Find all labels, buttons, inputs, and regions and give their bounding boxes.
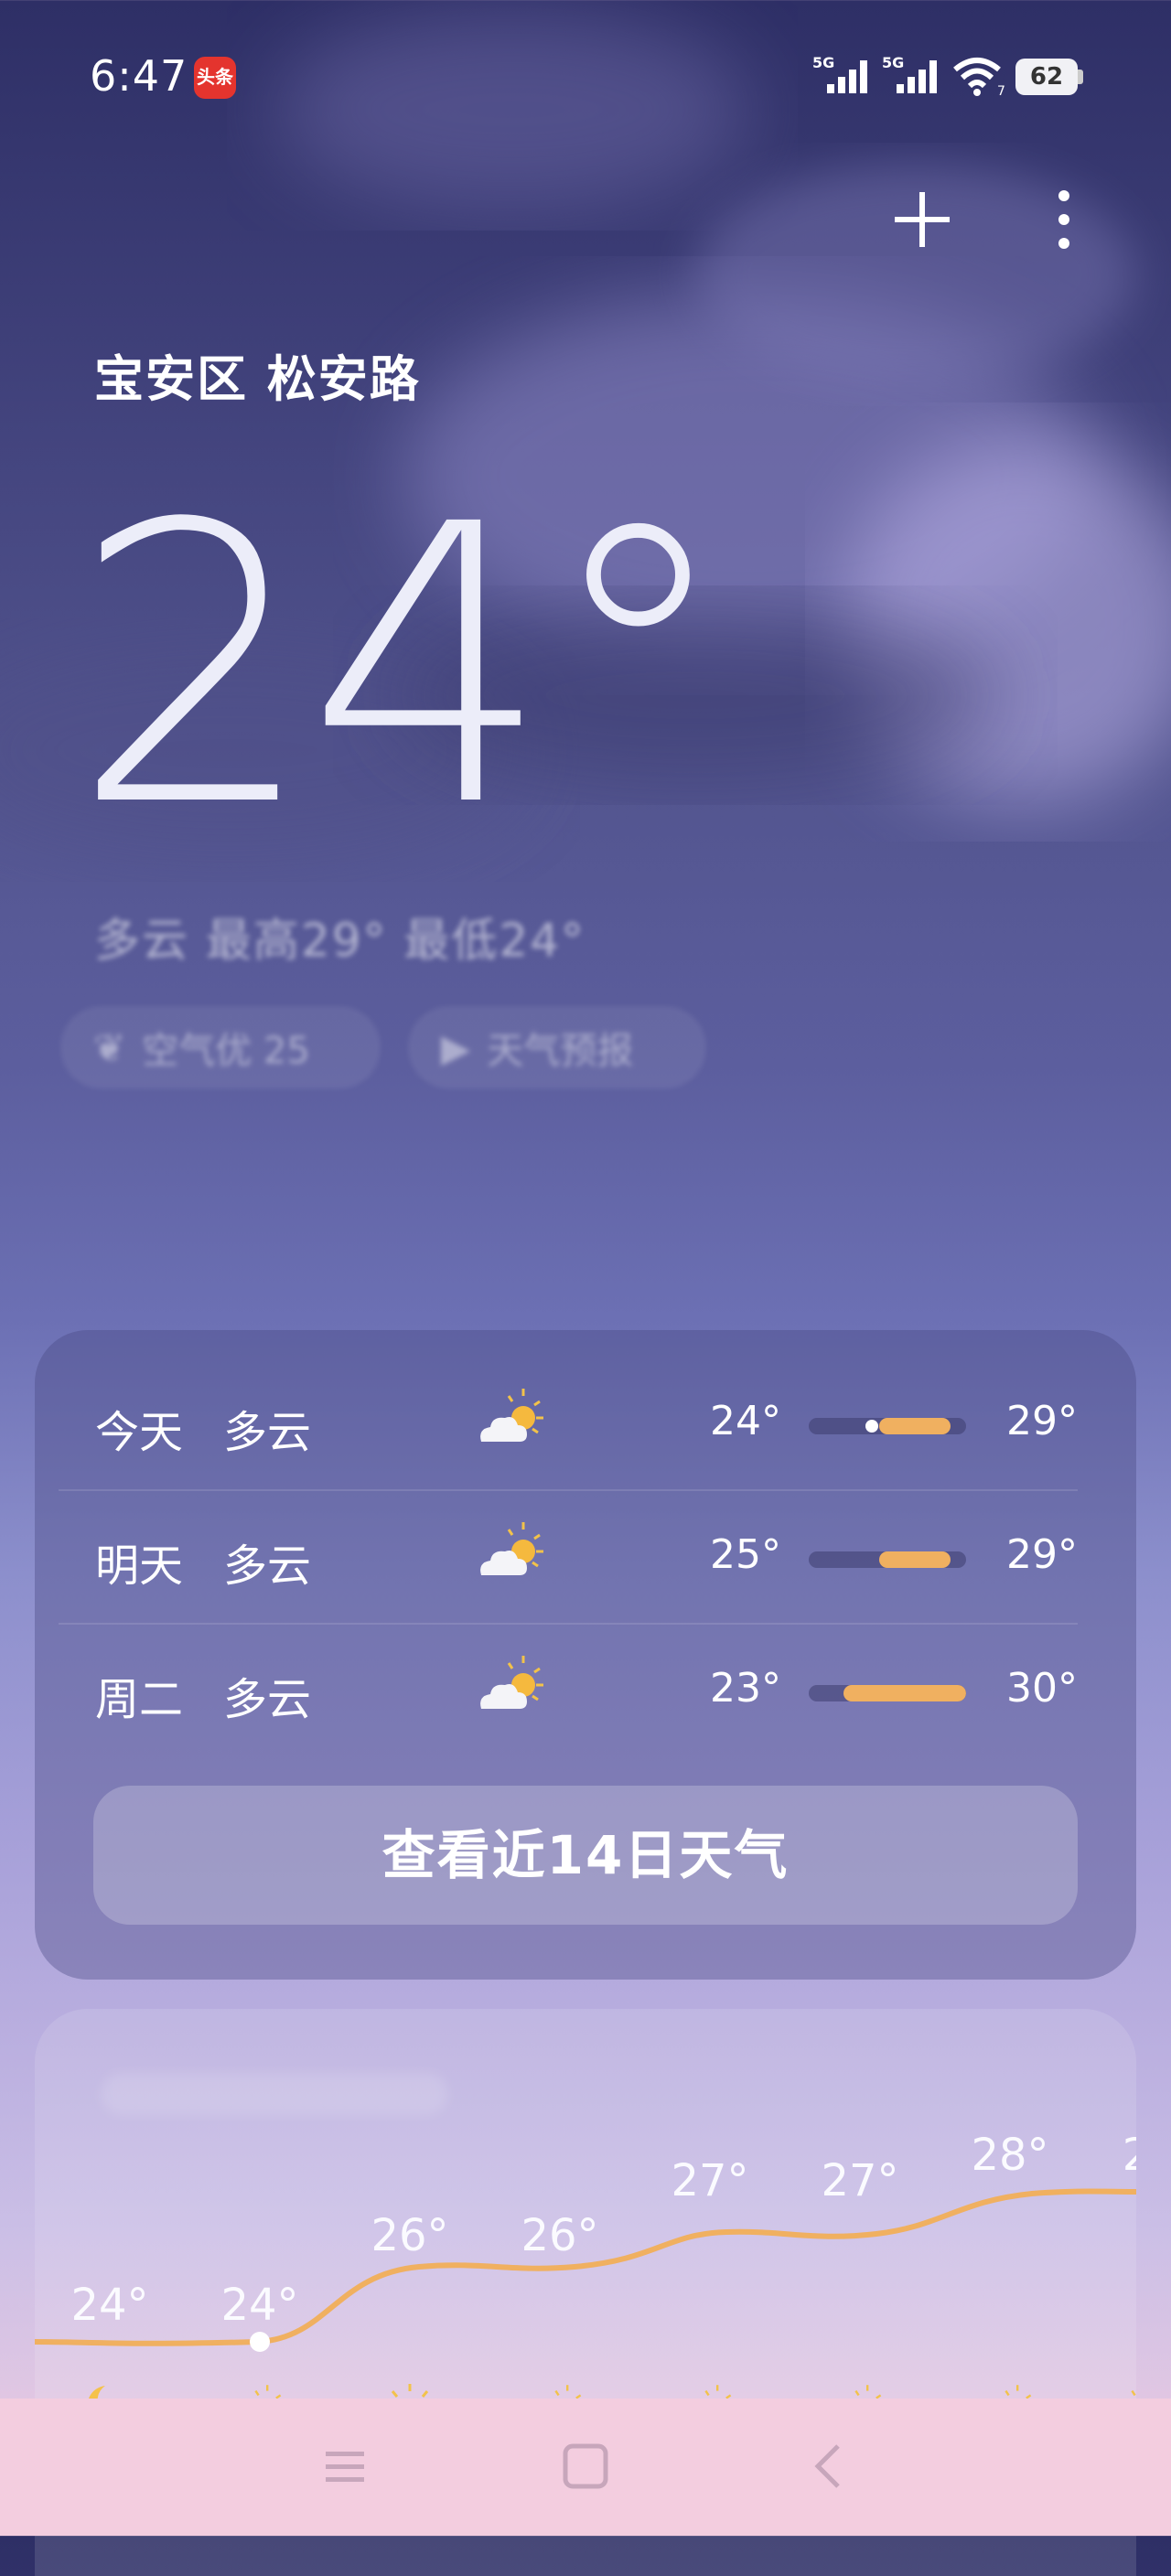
weather-report-chip[interactable]: ▶ 天气预报 — [408, 1006, 706, 1089]
forecast-low: 25° — [710, 1531, 781, 1578]
forecast-low: 24° — [710, 1398, 781, 1444]
partly-cloudy-icon — [474, 1519, 547, 1584]
row-divider — [59, 1623, 1078, 1625]
temp-range-track — [809, 1685, 966, 1701]
report-label: 天气预报 — [487, 1030, 634, 1072]
forecast-condition: 多云 — [223, 1540, 312, 1592]
status-time: 6:47 — [90, 51, 188, 101]
forecast-low: 23° — [710, 1665, 781, 1712]
menu-icon — [326, 2452, 364, 2482]
forecast-day: 今天 — [95, 1407, 184, 1458]
news-app-notification-icon: 头条 — [194, 57, 236, 99]
aqi-chip[interactable]: ❦ 空气优 25 — [60, 1006, 381, 1089]
hourly-temp-label: 24° — [70, 2280, 149, 2331]
current-temp-marker — [865, 1420, 878, 1433]
plus-icon — [895, 192, 950, 247]
battery-tip — [1078, 70, 1083, 84]
hourly-temp-label: 27° — [671, 2155, 749, 2206]
current-temperature: 24° — [71, 444, 734, 891]
battery-indicator: 62 — [1015, 59, 1078, 95]
home-icon — [563, 2443, 608, 2489]
back-icon — [814, 2444, 840, 2488]
forecast-high: 29° — [1006, 1398, 1078, 1444]
partly-cloudy-icon — [474, 1652, 547, 1718]
current-summary: 多云 最高29° 最低24° — [94, 914, 586, 967]
play-icon: ▶ — [441, 1025, 471, 1070]
more-options-button[interactable] — [1050, 188, 1078, 251]
hourly-temp-label: 2 — [1122, 2130, 1136, 2181]
hourly-temp-label: 26° — [521, 2210, 599, 2261]
recent-apps-button[interactable] — [322, 2444, 368, 2490]
temp-range-track — [809, 1418, 966, 1434]
forecast-high: 30° — [1006, 1665, 1078, 1712]
forecast-day: 明天 — [95, 1540, 184, 1592]
forecast-row[interactable]: 今天 多云 24° 29° — [59, 1356, 1078, 1489]
add-city-button[interactable] — [891, 188, 953, 251]
cellular-signal-icon-2: 5G — [882, 54, 937, 93]
partly-cloudy-icon — [474, 1385, 547, 1451]
hourly-temp-label: 28° — [971, 2130, 1049, 2181]
forecast-row[interactable]: 周二 多云 23° 30° — [59, 1623, 1078, 1756]
row-divider — [59, 1489, 1078, 1491]
aqi-label: 空气优 25 — [142, 1030, 310, 1072]
temp-range-track — [809, 1551, 966, 1568]
current-hour-dot — [250, 2332, 270, 2352]
hourly-temp-label: 24° — [220, 2280, 299, 2331]
hourly-temp-label: 27° — [821, 2155, 899, 2206]
back-button[interactable] — [809, 2441, 849, 2492]
more-vertical-icon — [1058, 190, 1069, 249]
forecast-row[interactable]: 明天 多云 25° 29° — [59, 1489, 1078, 1623]
sim2-label: 5G — [882, 54, 904, 71]
temp-range-fill — [879, 1418, 951, 1434]
wifi-icon: 7 — [953, 58, 1005, 97]
location-title: 宝安区 松安路 — [94, 350, 421, 408]
view-14-day-button[interactable]: 查看近14日天气 — [93, 1786, 1078, 1925]
wifi-sub-label: 7 — [997, 84, 1005, 97]
forecast-condition: 多云 — [223, 1407, 312, 1458]
temp-range-fill — [879, 1551, 951, 1568]
temp-range-fill — [843, 1685, 966, 1701]
forecast-condition: 多云 — [223, 1674, 312, 1725]
cellular-signal-icon: 5G — [812, 54, 867, 93]
sim1-label: 5G — [812, 54, 834, 71]
forecast-day: 周二 — [95, 1674, 184, 1725]
leaf-icon: ❦ — [93, 1025, 126, 1070]
home-button[interactable] — [562, 2442, 609, 2490]
hourly-temp-label: 26° — [371, 2210, 449, 2261]
forecast-high: 29° — [1006, 1531, 1078, 1578]
